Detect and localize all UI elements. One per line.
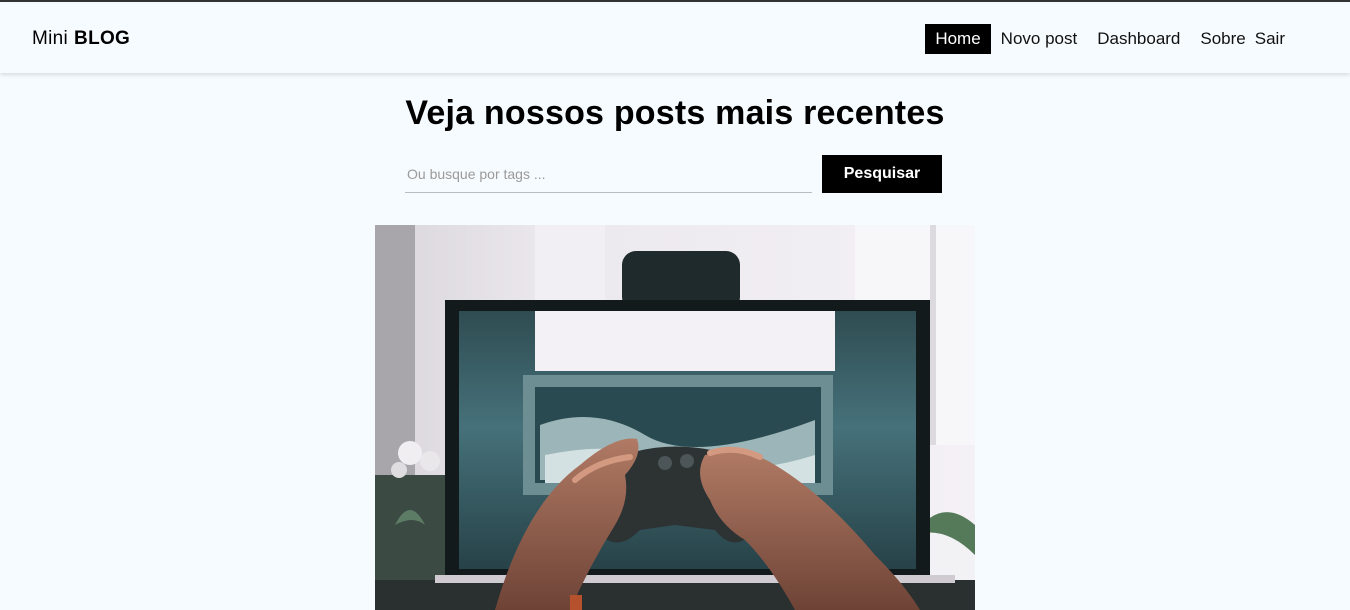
nav-link-sobre[interactable]: Sobre [1190,24,1255,54]
browser-frame: Mini BLOG Home Novo post Dashboard Sobre… [0,0,1350,610]
page-title: Veja nossos posts mais recentes [405,94,945,132]
brand-logo[interactable]: Mini BLOG [32,28,130,50]
home-content: Veja nossos posts mais recentes Pesquisa… [0,73,1350,610]
search-button[interactable]: Pesquisar [822,155,942,193]
navbar: Mini BLOG Home Novo post Dashboard Sobre… [0,4,1350,73]
brand-prefix: Mini [32,27,69,49]
nav-link-home[interactable]: Home [925,23,991,54]
search-form: Pesquisar [405,155,945,193]
nav-link-sair[interactable]: Sair [1255,24,1295,54]
search-input[interactable] [405,155,812,193]
brand-name: BLOG [74,27,131,49]
nav-link-dashboard[interactable]: Dashboard [1087,24,1190,54]
post-image[interactable] [375,225,975,610]
post-photo [375,225,975,610]
nav-link-novo-post[interactable]: Novo post [991,24,1088,54]
nav-menu: Home Novo post Dashboard Sobre Sair [925,23,1295,54]
